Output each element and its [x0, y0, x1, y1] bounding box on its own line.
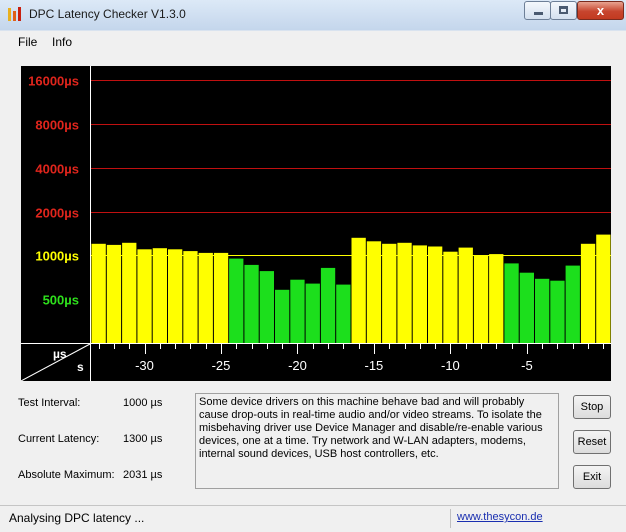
- status-separator: [450, 509, 451, 528]
- menu-bar: File Info: [0, 30, 626, 53]
- latency-bar: [290, 279, 305, 343]
- latency-bar: [366, 241, 382, 343]
- latency-bar: [198, 252, 213, 343]
- latency-bar: [550, 280, 565, 343]
- exit-button[interactable]: Exit: [573, 465, 611, 489]
- y-axis-label: 16000µs: [28, 74, 79, 89]
- latency-bar: [106, 244, 122, 343]
- latency-bar: [519, 272, 534, 343]
- status-bar: Analysing DPC latency ... www.thesycon.d…: [0, 505, 626, 532]
- latency-bar: [137, 249, 152, 343]
- x-tick-label: -5: [521, 358, 533, 373]
- latency-bar: [275, 289, 290, 343]
- latency-bar: [535, 278, 550, 343]
- latency-bar: [565, 265, 580, 343]
- menu-file[interactable]: File: [18, 35, 37, 49]
- absolute-maximum-label: Absolute Maximum:: [18, 469, 115, 481]
- minimize-button[interactable]: [524, 1, 551, 20]
- x-tick-label: -15: [365, 358, 384, 373]
- current-latency-value: 1300 µs: [123, 433, 163, 445]
- latency-bar: [443, 251, 458, 343]
- absolute-maximum-value: 2031 µs: [123, 469, 163, 481]
- latency-bar: [229, 258, 244, 343]
- minimize-icon: [534, 12, 543, 15]
- title-bar[interactable]: DPC Latency Checker V1.3.0 x: [0, 0, 626, 30]
- status-text: Analysing DPC latency ...: [9, 511, 145, 525]
- latency-bar: [244, 264, 259, 343]
- x-tick-label: -25: [212, 358, 231, 373]
- window-title: DPC Latency Checker V1.3.0: [29, 7, 186, 21]
- y-axis-label: 2000µs: [35, 206, 79, 221]
- reset-button[interactable]: Reset: [573, 430, 611, 454]
- latency-bar: [213, 252, 229, 343]
- latency-bar: [183, 251, 198, 343]
- stop-button[interactable]: Stop: [573, 395, 611, 419]
- latency-bar: [259, 271, 274, 343]
- latency-bar: [351, 237, 366, 343]
- latency-bar: [336, 284, 351, 343]
- x-tick-label: -20: [288, 358, 307, 373]
- close-button[interactable]: x: [577, 1, 624, 20]
- y-axis-label: 1000µs: [35, 249, 79, 264]
- latency-bar: [168, 249, 183, 343]
- y-axis-label: 8000µs: [35, 118, 79, 133]
- app-window: DPC Latency Checker V1.3.0 x File Info 1…: [0, 0, 626, 532]
- latency-bar: [91, 243, 106, 343]
- y-axis-label: 4000µs: [35, 162, 79, 177]
- close-icon: x: [596, 3, 605, 18]
- latency-bar: [412, 245, 427, 343]
- menu-info[interactable]: Info: [52, 35, 72, 49]
- latency-bar: [305, 283, 320, 343]
- latency-bar: [580, 243, 596, 343]
- y-axis-label: 500µs: [43, 293, 79, 308]
- latency-bar: [473, 255, 489, 343]
- latency-chart: 16000µs 8000µs 4000µs 2000µs 1000µs 500µs -30 -…: [21, 66, 611, 381]
- test-interval-label: Test Interval:: [18, 397, 81, 409]
- latency-bar: [320, 267, 336, 343]
- x-tick-label: -10: [441, 358, 460, 373]
- corner-unit-label: µs: [53, 347, 67, 361]
- latency-bar: [122, 242, 137, 343]
- corner-time-label: s: [77, 360, 84, 374]
- x-tick-label: -30: [135, 358, 154, 373]
- website-link[interactable]: www.thesycon.de: [457, 511, 543, 523]
- maximize-button[interactable]: [550, 1, 577, 20]
- latency-bar: [397, 242, 412, 343]
- latency-bar: [428, 246, 443, 343]
- latency-bar: [152, 248, 167, 343]
- current-latency-label: Current Latency:: [18, 433, 100, 445]
- latency-bar: [382, 243, 397, 343]
- latency-bar: [458, 247, 473, 343]
- test-interval-value: 1000 µs: [123, 397, 163, 409]
- latency-bar: [489, 254, 504, 343]
- latency-bar: [504, 263, 519, 343]
- latency-bar: [596, 234, 611, 343]
- message-box: Some device drivers on this machine beha…: [195, 393, 559, 489]
- maximize-icon: [559, 6, 568, 14]
- app-icon: [8, 7, 21, 21]
